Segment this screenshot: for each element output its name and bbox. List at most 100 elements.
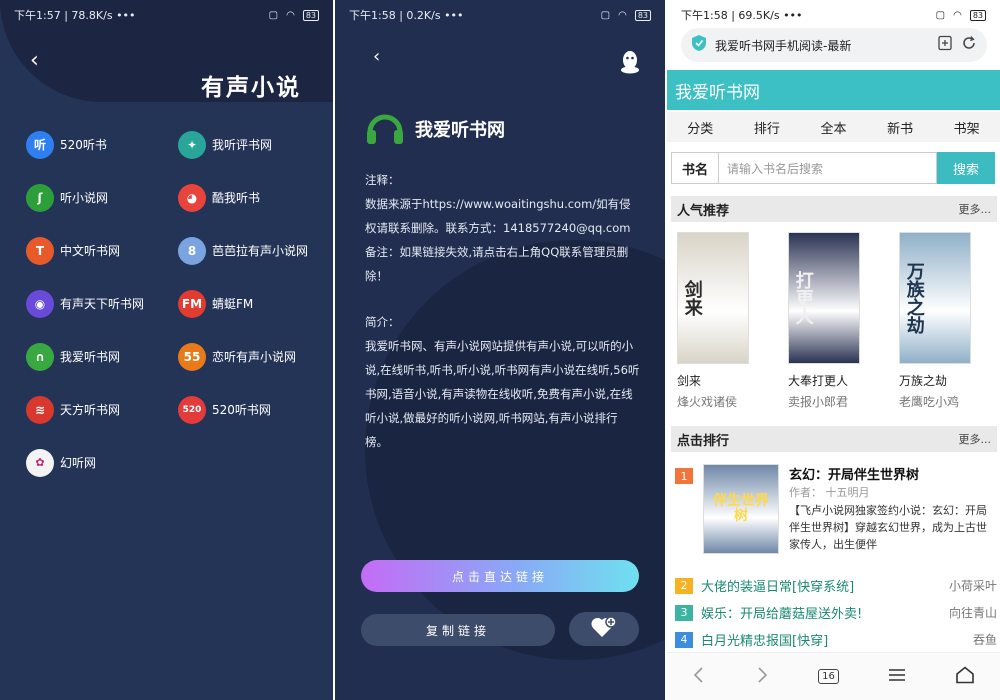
site-item[interactable]: FM 蜻蜓FM xyxy=(178,289,326,318)
site-item[interactable]: 听 520听书 xyxy=(26,130,178,159)
mic-icon: ✦ xyxy=(178,130,206,159)
site-label: 听小说网 xyxy=(60,191,109,205)
nav-item[interactable]: 新书 xyxy=(887,118,913,137)
book-cover[interactable]: 打更人 xyxy=(788,232,860,364)
intro-heading: 简介： xyxy=(365,315,400,329)
status-bar: 下午1:58 | 0.2K/s ••• ▢ ◠ 83 xyxy=(335,0,665,30)
menu-icon[interactable] xyxy=(888,667,906,686)
book-card[interactable]: 万族之劫 万族之劫 老鹰吃小鸡 xyxy=(899,232,997,410)
site-item[interactable]: ✦ 我听评书网 xyxy=(178,130,326,159)
site-item[interactable]: 8 芭芭拉有声小说网 xyxy=(178,236,326,265)
site-item[interactable]: T 中文听书网 xyxy=(26,236,178,265)
site-description: 注释： 数据来源于https://www.woaitingshu.com/如有侵… xyxy=(365,168,640,454)
popular-books: 剑来 剑来 烽火戏诸侯 打更人 大奉打更人 卖报小郎君 万族之劫 万族之劫 老鹰吃小鸡 xyxy=(677,232,997,410)
site-item[interactable]: ∩ 我爱听书网 xyxy=(26,342,178,371)
ranking-book-title[interactable]: 大佬的装逼日常[快穿系统] xyxy=(701,576,949,595)
tabs-count-button[interactable]: 16 xyxy=(818,669,839,684)
nav-item[interactable]: 分类 xyxy=(687,118,713,137)
back-button[interactable]: ‹ xyxy=(30,48,39,73)
status-icons: ▢ ◠ 83 xyxy=(269,9,319,21)
forward-arrow-icon[interactable] xyxy=(755,666,769,688)
book-title[interactable]: 万族之劫 xyxy=(899,372,997,389)
copy-link-button[interactable]: 复制链接 xyxy=(361,614,555,646)
book-cover[interactable]: 万族之劫 xyxy=(899,232,971,364)
ranking-book-title[interactable]: 白月光精忠报国[快穿] xyxy=(701,630,973,649)
back-arrow-icon[interactable] xyxy=(692,666,706,688)
site-label: 我听评书网 xyxy=(212,138,273,152)
status-icons: ▢ ◠ 83 xyxy=(936,9,986,21)
ranking-section-header: 点击排行 更多... xyxy=(671,426,997,452)
headphone-red-icon: T xyxy=(26,236,54,265)
nav-item[interactable]: 排行 xyxy=(754,118,780,137)
stripes-icon: ≋ xyxy=(26,395,54,424)
search-button[interactable]: 搜索 xyxy=(937,152,995,184)
favorite-button[interactable] xyxy=(569,612,639,646)
book-title[interactable]: 大奉打更人 xyxy=(788,372,886,389)
popular-section-header: 人气推荐 更多... xyxy=(671,196,997,222)
cover-art-text: 打更人 xyxy=(792,271,814,325)
book-title[interactable]: 剑来 xyxy=(677,372,775,389)
ranking-row[interactable]: 3 娱乐：开局给蘑菇屋送外卖! 向往青山 xyxy=(675,599,997,626)
open-link-button[interactable]: 点击直达链接 xyxy=(361,560,639,592)
ranking-row[interactable]: 2 大佬的装逼日常[快穿系统] 小荷采叶 xyxy=(675,572,997,599)
book-description: 【飞卢小说网独家签约小说：玄幻：开局伴生世界树】穿越玄幻世界，成为上古世家传人，… xyxy=(789,504,987,551)
site-item[interactable]: ◕ 酷我听书 xyxy=(178,183,326,212)
ranking-book-author: 吞鱼 xyxy=(972,633,997,647)
search-input[interactable]: 请输入书名后搜索 xyxy=(719,152,937,184)
nav-item[interactable]: 书架 xyxy=(954,118,980,137)
site-item[interactable]: ʃ 听小说网 xyxy=(26,183,178,212)
headphones-icon xyxy=(365,108,405,150)
site-item[interactable]: 55 恋听有声小说网 xyxy=(178,342,326,371)
status-speed: 78.8K/s xyxy=(71,9,113,22)
status-speed: 69.5K/s xyxy=(738,9,780,22)
back-button[interactable]: ‹ xyxy=(373,46,380,67)
ranking-more-link[interactable]: 更多... xyxy=(959,431,992,447)
rank-badge: 3 xyxy=(675,604,693,621)
site-item[interactable]: 520 520听书网 xyxy=(178,395,326,424)
home-icon[interactable] xyxy=(955,665,975,688)
book-card[interactable]: 剑来 剑来 烽火戏诸侯 xyxy=(677,232,775,410)
shield-icon xyxy=(691,34,707,56)
huanting-icon: ✿ xyxy=(26,448,54,477)
note-text: 数据来源于https://www.woaitingshu.com/如有侵权请联系… xyxy=(365,197,631,235)
book-title[interactable]: 玄幻：开局伴生世界树 xyxy=(789,464,919,483)
status-speed: 0.2K/s xyxy=(406,9,441,22)
site-item[interactable]: ✿ 幻听网 xyxy=(26,448,178,477)
ranking-row[interactable]: 4 白月光精忠报国[快穿] 吞鱼 xyxy=(675,626,997,653)
wifi-icon: ◠ xyxy=(953,9,962,21)
nav-item[interactable]: 全本 xyxy=(820,118,846,137)
book-card[interactable]: 打更人 大奉打更人 卖报小郎君 xyxy=(788,232,886,410)
rank-badge: 2 xyxy=(675,577,693,594)
qq-penguin-icon[interactable] xyxy=(619,50,641,78)
site-label: 酷我听书 xyxy=(212,191,261,205)
rank-badge: 1 xyxy=(675,468,693,484)
url-bar[interactable]: 我爱听书网手机阅读-最新 xyxy=(681,28,987,62)
screen-browser: 下午1:58 | 69.5K/s ••• ▢ ◠ 83 我爱听书网手机阅读-最新… xyxy=(667,0,1000,700)
note-remark: 备注：如果链接失效,请点击右上角QQ联系管理员删除！ xyxy=(365,245,629,283)
site-label: 恋听有声小说网 xyxy=(212,350,297,364)
book-cover[interactable]: 伴生世界树 xyxy=(703,464,779,554)
cover-art-text: 剑来 xyxy=(681,280,703,316)
status-bar: 下午1:58 | 69.5K/s ••• ▢ ◠ 83 xyxy=(667,0,1000,30)
battery-icon: 83 xyxy=(969,9,986,21)
site-header[interactable]: 我爱听书网 xyxy=(667,70,1000,110)
book-cover[interactable]: 剑来 xyxy=(677,232,749,364)
url-title: 我爱听书网手机阅读-最新 xyxy=(715,38,852,53)
status-dots: ••• xyxy=(783,9,803,22)
popular-more-link[interactable]: 更多... xyxy=(959,201,992,217)
site-item[interactable]: ≋ 天方听书网 xyxy=(26,395,178,424)
search-type-label[interactable]: 书名 xyxy=(671,152,719,184)
browser-bottom-bar: 16 xyxy=(667,652,1000,700)
site-item[interactable]: ◉ 有声天下听书网 xyxy=(26,289,178,318)
site-label: 芭芭拉有声小说网 xyxy=(212,244,309,258)
note-heading: 注释： xyxy=(365,173,400,187)
520-icon: 520 xyxy=(178,395,206,424)
top-ranked-book[interactable]: 1 伴生世界树 玄幻：开局伴生世界树 作者： 十五明月 【飞卢小说网独家签约小说… xyxy=(675,462,997,558)
kuwo-icon: ◕ xyxy=(178,183,206,212)
ranking-book-title[interactable]: 娱乐：开局给蘑菇屋送外卖! xyxy=(701,603,949,622)
popular-title: 人气推荐 xyxy=(677,203,730,219)
headphones-icon: ∩ xyxy=(26,342,54,371)
refresh-icon[interactable] xyxy=(961,35,977,55)
bookmark-add-icon[interactable] xyxy=(937,35,953,55)
